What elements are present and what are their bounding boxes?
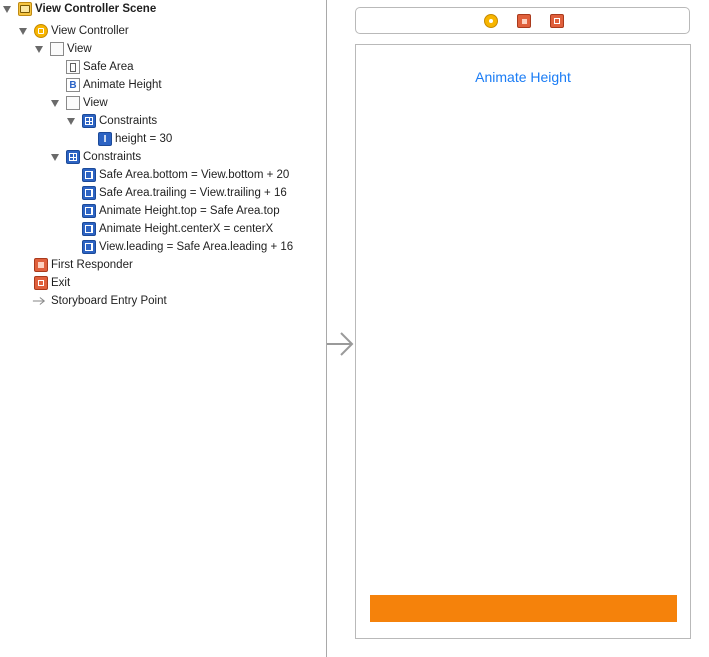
outline-row-height-constraint[interactable]: I height = 30 xyxy=(0,130,326,148)
first-responder-icon xyxy=(34,258,48,272)
outline-row-view-inner[interactable]: View xyxy=(0,94,326,112)
outline-item-label: View xyxy=(67,43,92,55)
outline-row-constraints[interactable]: Constraints xyxy=(0,148,326,166)
view-icon xyxy=(66,96,80,110)
outline-item-label: View Controller Scene xyxy=(35,3,157,15)
constraint-icon xyxy=(82,204,96,218)
outline-row-view-controller[interactable]: View Controller xyxy=(0,22,326,40)
disclosure-triangle-icon[interactable] xyxy=(19,28,27,35)
outline-row-exit[interactable]: Exit xyxy=(0,274,326,292)
outline-item-label: Animate Height xyxy=(83,79,162,91)
view-controller-icon xyxy=(34,24,48,38)
storyboard-canvas[interactable]: Animate Height xyxy=(327,0,709,657)
outline-item-label: View xyxy=(83,97,108,109)
scene-icon xyxy=(18,2,32,16)
outline-item-label: Constraints xyxy=(83,151,142,163)
disclosure-triangle-icon[interactable] xyxy=(35,46,43,53)
view-icon xyxy=(50,42,64,56)
outline-row-constraint[interactable]: View.leading = Safe Area.leading + 16 xyxy=(0,238,326,256)
outline-item-label: View Controller xyxy=(51,25,129,37)
constraint-icon xyxy=(82,168,96,182)
entry-point-arrow-icon xyxy=(32,294,46,308)
outline-row-constraints-inner[interactable]: Constraints xyxy=(0,112,326,130)
outline-item-label: Exit xyxy=(51,277,71,289)
outline-item-label: Animate Height.centerX = centerX xyxy=(99,223,274,235)
constraints-icon xyxy=(66,150,80,164)
outline-row-animate-height[interactable]: B Animate Height xyxy=(0,76,326,94)
outline-item-label: Safe Area.trailing = View.trailing + 16 xyxy=(99,187,287,199)
outline-item-label: Animate Height.top = Safe Area.top xyxy=(99,205,280,217)
document-outline: View Controller Scene View Controller Vi… xyxy=(0,0,326,657)
outline-row-view[interactable]: View xyxy=(0,40,326,58)
constraints-icon xyxy=(82,114,96,128)
disclosure-triangle-icon[interactable] xyxy=(67,118,75,125)
view-controller-canvas[interactable]: Animate Height xyxy=(355,44,691,639)
constraint-icon xyxy=(82,186,96,200)
button-icon: B xyxy=(66,78,80,92)
outline-row-safe-area[interactable]: Safe Area xyxy=(0,58,326,76)
outline-item-label: Safe Area.bottom = View.bottom + 20 xyxy=(99,169,290,181)
outline-item-label: View.leading = Safe Area.leading + 16 xyxy=(99,241,294,253)
first-responder-icon[interactable] xyxy=(517,14,531,28)
outline-item-label: Constraints xyxy=(99,115,158,127)
exit-icon xyxy=(34,276,48,290)
disclosure-triangle-icon[interactable] xyxy=(51,100,59,107)
constraint-icon xyxy=(82,240,96,254)
outline-row-constraint[interactable]: Animate Height.centerX = centerX xyxy=(0,220,326,238)
disclosure-triangle-icon[interactable] xyxy=(51,154,59,161)
storyboard-entry-arrow-icon[interactable] xyxy=(327,330,355,358)
outline-row-storyboard-entry-point[interactable]: Storyboard Entry Point xyxy=(0,292,326,310)
outline-item-label: height = 30 xyxy=(115,133,173,145)
outline-row-constraint[interactable]: Safe Area.trailing = View.trailing + 16 xyxy=(0,184,326,202)
disclosure-triangle-icon[interactable] xyxy=(3,6,11,13)
outline-row-first-responder[interactable]: First Responder xyxy=(0,256,326,274)
outline-row-view-controller-scene[interactable]: View Controller Scene xyxy=(0,0,326,18)
height-constraint-icon: I xyxy=(98,132,112,146)
outline-item-label: Safe Area xyxy=(83,61,134,73)
animate-height-button[interactable]: Animate Height xyxy=(356,69,690,85)
constraint-icon xyxy=(82,222,96,236)
safe-area-icon xyxy=(66,60,80,74)
view-controller-icon[interactable] xyxy=(484,14,498,28)
outline-row-constraint[interactable]: Safe Area.bottom = View.bottom + 20 xyxy=(0,166,326,184)
orange-view[interactable] xyxy=(370,595,677,622)
outline-row-constraint[interactable]: Animate Height.top = Safe Area.top xyxy=(0,202,326,220)
scene-dock[interactable] xyxy=(355,7,690,34)
outline-item-label: First Responder xyxy=(51,259,133,271)
exit-icon[interactable] xyxy=(550,14,564,28)
outline-item-label: Storyboard Entry Point xyxy=(51,295,167,307)
